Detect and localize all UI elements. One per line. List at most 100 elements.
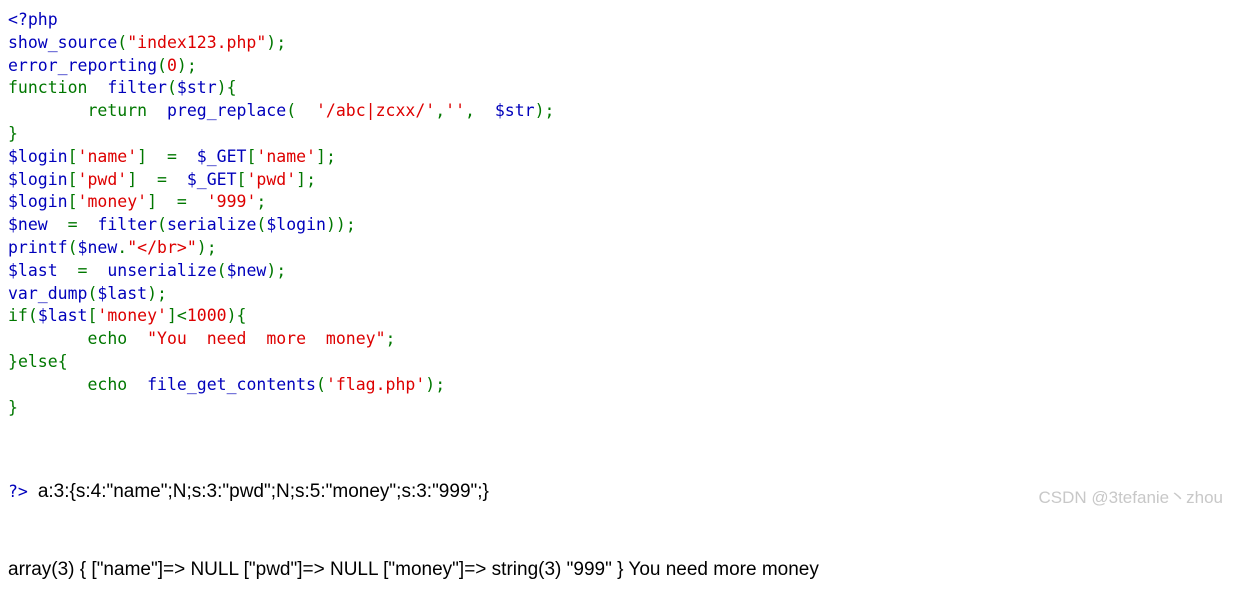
source-token: error_reporting — [8, 55, 158, 75]
source-token: ( — [27, 306, 38, 326]
source-token: ( — [256, 215, 267, 235]
source-token — [167, 170, 187, 189]
source-token: $last — [37, 306, 88, 326]
source-token: $last — [97, 283, 148, 303]
source-token: return — [87, 101, 148, 121]
source-token: 0 — [166, 55, 177, 75]
source-token: filter — [97, 215, 158, 235]
source-token: ] — [166, 306, 177, 326]
source-token: } — [8, 397, 18, 417]
source-token: ( — [216, 260, 227, 280]
source-token: echo — [87, 329, 128, 349]
source-token: 'name' — [256, 146, 316, 166]
source-token: )) — [325, 215, 346, 235]
source-token — [127, 375, 147, 394]
source-token: = — [157, 169, 167, 189]
source-token: if — [8, 306, 28, 326]
source-token: ; — [306, 169, 316, 189]
source-token: "</br>" — [127, 237, 197, 257]
source-token: ) — [425, 374, 436, 394]
source-token: var_dump — [8, 283, 88, 303]
source-line: echo file_get_contents('flag.php'); — [8, 374, 554, 397]
source-token: , — [435, 101, 446, 121]
source-token: ; — [276, 32, 287, 52]
source-token: 'money' — [97, 306, 167, 326]
source-line: show_source("index123.php"); — [8, 32, 554, 55]
source-token: unserialize — [107, 260, 217, 280]
source-token: $login — [8, 146, 68, 166]
source-token — [187, 192, 207, 211]
source-token: $new — [226, 260, 267, 280]
var-dump-text: array(3) { ["name"]=> NULL ["pwd"]=> NUL… — [8, 559, 819, 580]
source-line: echo "You need more money"; — [8, 328, 554, 351]
source-token: < — [176, 306, 187, 326]
output-line-var-dump: array(3) { ["name"]=> NULL ["pwd"]=> NUL… — [8, 557, 819, 583]
source-token: ; — [345, 215, 356, 235]
source-token: <?php — [8, 10, 58, 29]
source-token — [8, 375, 87, 394]
source-token: ; — [157, 283, 167, 303]
source-line: error_reporting(0); — [8, 55, 554, 78]
source-line: $new = filter(serialize($login)); — [8, 214, 554, 237]
source-token: 'pwd' — [77, 169, 128, 189]
source-token: filter — [107, 78, 167, 98]
source-token: ] — [316, 146, 326, 166]
source-token: ( — [157, 55, 167, 75]
source-token: ; — [256, 192, 267, 212]
csdn-watermark: CSDN @3tefanie丶zhou — [1038, 488, 1223, 507]
source-line: <?php — [8, 9, 554, 32]
source-token: preg_replace — [166, 101, 287, 121]
source-token: ] — [147, 192, 158, 212]
source-token — [87, 261, 107, 280]
source-token: 'pwd' — [246, 169, 297, 189]
source-line: return preg_replace( '/abc|zcxx/','', $s… — [8, 100, 554, 123]
source-token: ( — [166, 78, 177, 98]
source-token: ) — [266, 32, 277, 52]
php-program-output: ?> a:3:{s:4:"name";N;s:3:"pwd";N;s:5:"mo… — [8, 427, 819, 609]
source-line: $login['money'] = '999'; — [8, 191, 554, 214]
source-token: ; — [435, 374, 446, 394]
source-token: ( — [286, 101, 316, 121]
source-token: ( — [87, 283, 98, 303]
source-line: $login['pwd'] = $_GET['pwd']; — [8, 169, 554, 192]
source-token: ) — [176, 55, 187, 75]
source-token — [147, 147, 167, 166]
source-token — [147, 101, 167, 120]
source-token: $login — [8, 192, 68, 212]
source-line: } — [8, 397, 554, 420]
source-token: '/abc|zcxx/' — [316, 101, 436, 121]
source-token: ) — [216, 78, 227, 98]
source-line: }else{ — [8, 351, 554, 374]
source-token: ( — [316, 374, 326, 394]
source-token: '999' — [206, 192, 257, 212]
source-token: ] — [296, 169, 307, 189]
source-token: else — [17, 351, 58, 371]
output-line-serialized: ?> a:3:{s:4:"name";N;s:3:"pwd";N;s:5:"mo… — [8, 479, 819, 505]
source-token: $str — [494, 101, 535, 121]
source-token: "You need more money" — [147, 329, 386, 349]
source-token: 'flag.php' — [325, 374, 426, 394]
source-token: ] — [127, 169, 138, 189]
source-token: serialize — [166, 215, 257, 235]
source-token: show_source — [8, 32, 118, 52]
source-token: [ — [67, 192, 78, 212]
serialized-array-text: a:3:{s:4:"name";N;s:3:"pwd";N;s:5:"money… — [37, 481, 489, 502]
source-token: $new — [77, 237, 118, 257]
source-token: ; — [186, 55, 197, 75]
source-token: ; — [206, 237, 217, 257]
source-token — [8, 329, 87, 348]
source-line: printf($new."</br>"); — [8, 237, 554, 260]
source-token: $new — [8, 215, 48, 235]
source-token: ) — [226, 306, 237, 326]
source-token: ; — [544, 101, 555, 121]
source-token: ) — [196, 237, 207, 257]
source-token: $login — [8, 169, 68, 189]
source-token: $login — [266, 215, 326, 235]
source-token: } — [8, 351, 18, 371]
source-token: ) — [147, 283, 158, 303]
source-token: function — [8, 78, 88, 98]
source-token — [157, 192, 177, 211]
source-line: $login['name'] = $_GET['name']; — [8, 146, 554, 169]
source-token: 1000 — [186, 306, 227, 326]
source-token: { — [57, 351, 68, 371]
